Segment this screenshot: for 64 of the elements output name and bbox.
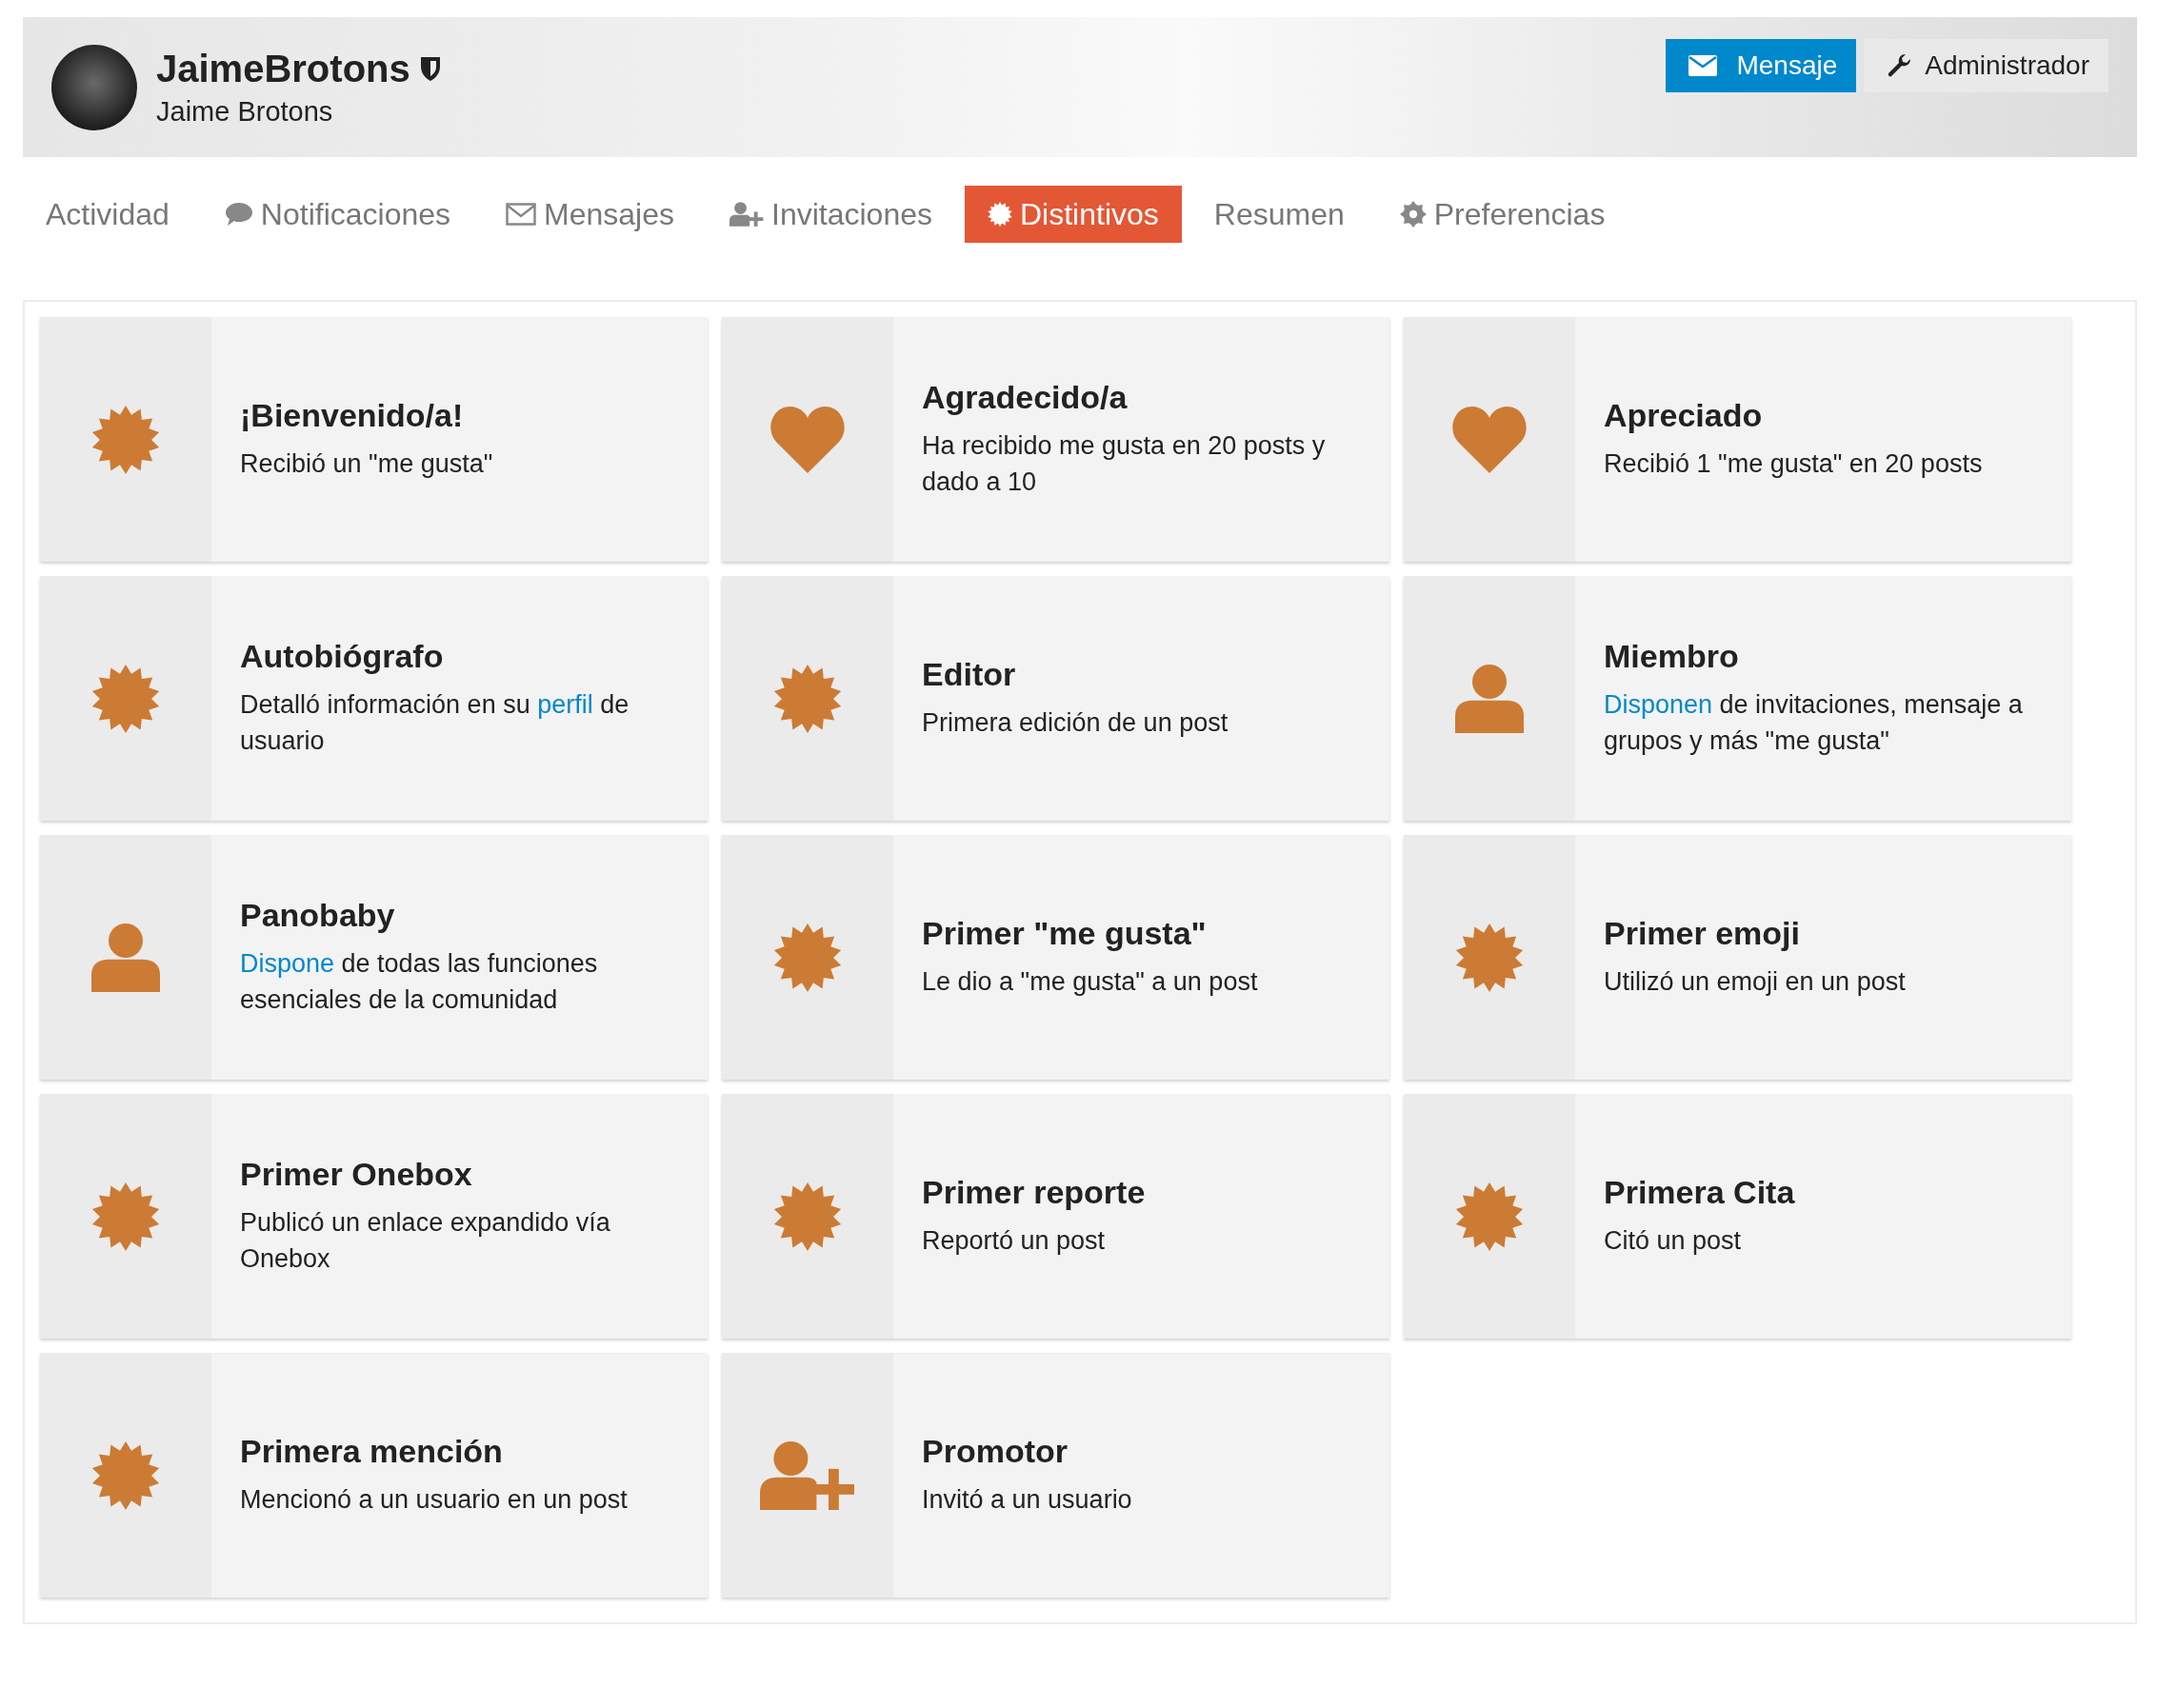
tab[interactable]: Actividad — [23, 186, 192, 243]
message-button[interactable]: Mensaje — [1666, 39, 1857, 92]
heart-icon — [768, 406, 848, 473]
full-name: Jaime Brotons — [156, 95, 334, 128]
badge-icon — [91, 1182, 160, 1251]
badge-title[interactable]: Autobiógrafo — [240, 638, 685, 675]
tab[interactable]: Notificaciones — [201, 186, 474, 243]
badge-title[interactable]: Primer reporte — [922, 1174, 1146, 1211]
badge-icon — [91, 664, 160, 733]
badge-title[interactable]: Promotor — [922, 1433, 1132, 1470]
badge-title[interactable]: Primer "me gusta" — [922, 915, 1258, 952]
badge-description: Reportó un post — [922, 1225, 1107, 1257]
user-icon — [91, 923, 160, 992]
badge-description: Detalló información en su perfil de usuario — [240, 689, 630, 757]
user-plus-icon — [729, 202, 764, 227]
tab[interactable]: Distintivos — [965, 186, 1182, 243]
badge-title[interactable]: Miembro — [1604, 638, 2048, 675]
badge-description: Publicó un enlace expandido vía Onebox — [240, 1207, 611, 1275]
badge-title[interactable]: Primera Cita — [1604, 1174, 1795, 1211]
badge-title[interactable]: Editor — [922, 656, 1229, 693]
tab[interactable]: Resumen — [1190, 186, 1368, 243]
badge-icon — [91, 405, 160, 474]
badge-description: Recibió un "me gusta" — [240, 448, 493, 480]
shield-icon — [419, 55, 441, 82]
heart-icon — [1449, 406, 1529, 473]
badge-description: Primera edición de un post — [922, 707, 1229, 739]
admin-button[interactable]: Administrador — [1864, 39, 2108, 92]
badge-icon — [988, 202, 1012, 227]
badge-description: Disponen de invitaciones, mensaje a grupos y más "me gusta" — [1604, 689, 2024, 757]
badge-title[interactable]: Primera mención — [240, 1433, 628, 1470]
tab[interactable]: Invitaciones — [707, 186, 955, 243]
badge-description: Recibió 1 "me gusta" en 20 posts — [1604, 448, 1983, 480]
badge-icon — [773, 1182, 842, 1251]
badge-icon — [91, 1440, 160, 1510]
envelope-icon — [506, 203, 537, 226]
badge-icon — [1455, 1182, 1524, 1251]
badge-icon — [773, 664, 842, 733]
badge-description: Dispone de todas las funciones esenciales de la comunidad — [240, 948, 599, 1016]
tab[interactable]: Preferencias — [1376, 186, 1628, 243]
badge-title[interactable]: Agradecido/a — [922, 379, 1367, 416]
badge-description: Le dio a "me gusta" a un post — [922, 966, 1258, 998]
envelope-icon — [1688, 55, 1718, 76]
badge-icon — [773, 923, 842, 992]
badge-description: Mencionó a un usuario en un post — [240, 1484, 628, 1516]
badge-description: Citó un post — [1604, 1225, 1743, 1257]
link[interactable]: perfil — [537, 690, 593, 719]
username: JaimeBrotons — [156, 47, 410, 90]
user-plus-icon — [759, 1440, 856, 1510]
badge-title[interactable]: ¡Bienvenido/a! — [240, 397, 493, 434]
badge-icon — [1455, 923, 1524, 992]
tab[interactable]: Mensajes — [483, 186, 697, 243]
user-icon — [1455, 664, 1524, 733]
badge-title[interactable]: Apreciado — [1604, 397, 1983, 434]
link[interactable]: Disponen — [1604, 690, 1713, 719]
speech-bubble-icon — [224, 202, 253, 227]
gear-icon — [1399, 201, 1427, 228]
badge-title[interactable]: Panobaby — [240, 897, 685, 934]
badge-title[interactable]: Primer Onebox — [240, 1156, 685, 1193]
wrench-icon — [1887, 53, 1912, 78]
badge-description: Invitó a un usuario — [922, 1484, 1132, 1516]
badge-description: Utilizó un emoji en un post — [1604, 966, 1906, 998]
badge-title[interactable]: Primer emoji — [1604, 915, 1906, 952]
link[interactable]: Dispone — [240, 949, 335, 978]
badge-description: Ha recibido me gusta en 20 posts y dado a 10 — [922, 430, 1327, 498]
